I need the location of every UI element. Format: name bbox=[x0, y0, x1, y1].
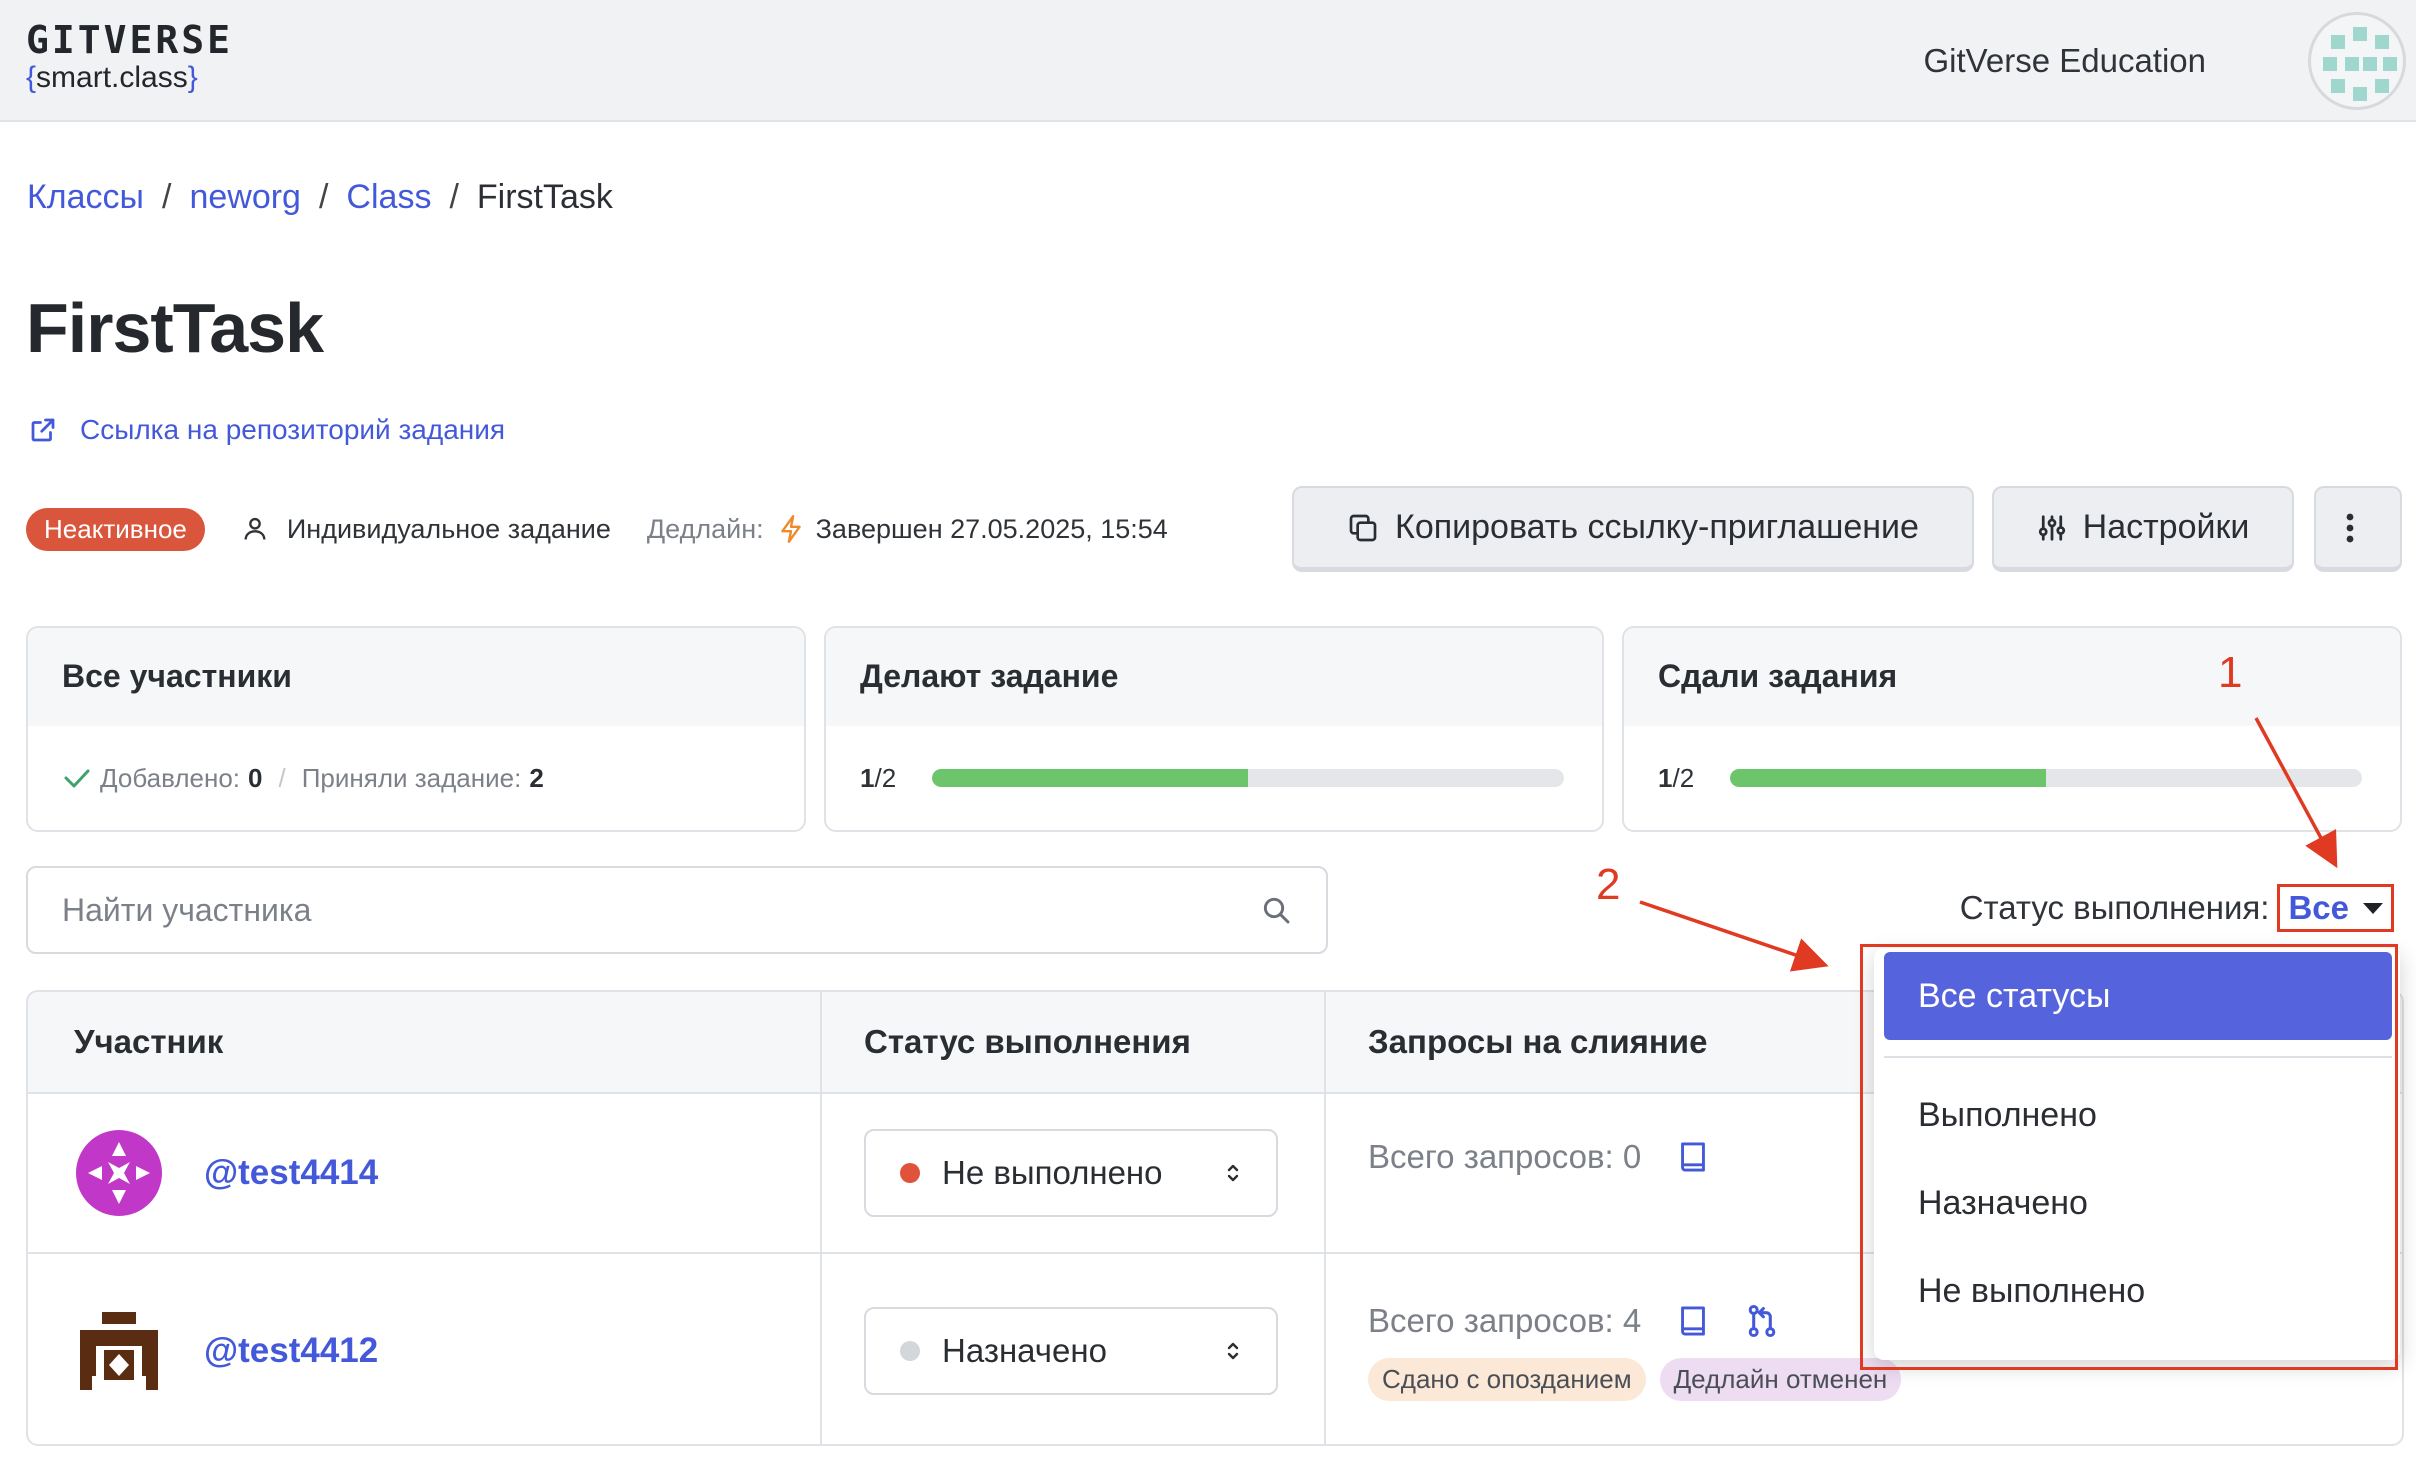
annotation-arrows bbox=[1639, 717, 2338, 972]
annotation-arrow-1 bbox=[2254, 717, 2338, 869]
annotation-arrow-2 bbox=[1639, 900, 1829, 972]
